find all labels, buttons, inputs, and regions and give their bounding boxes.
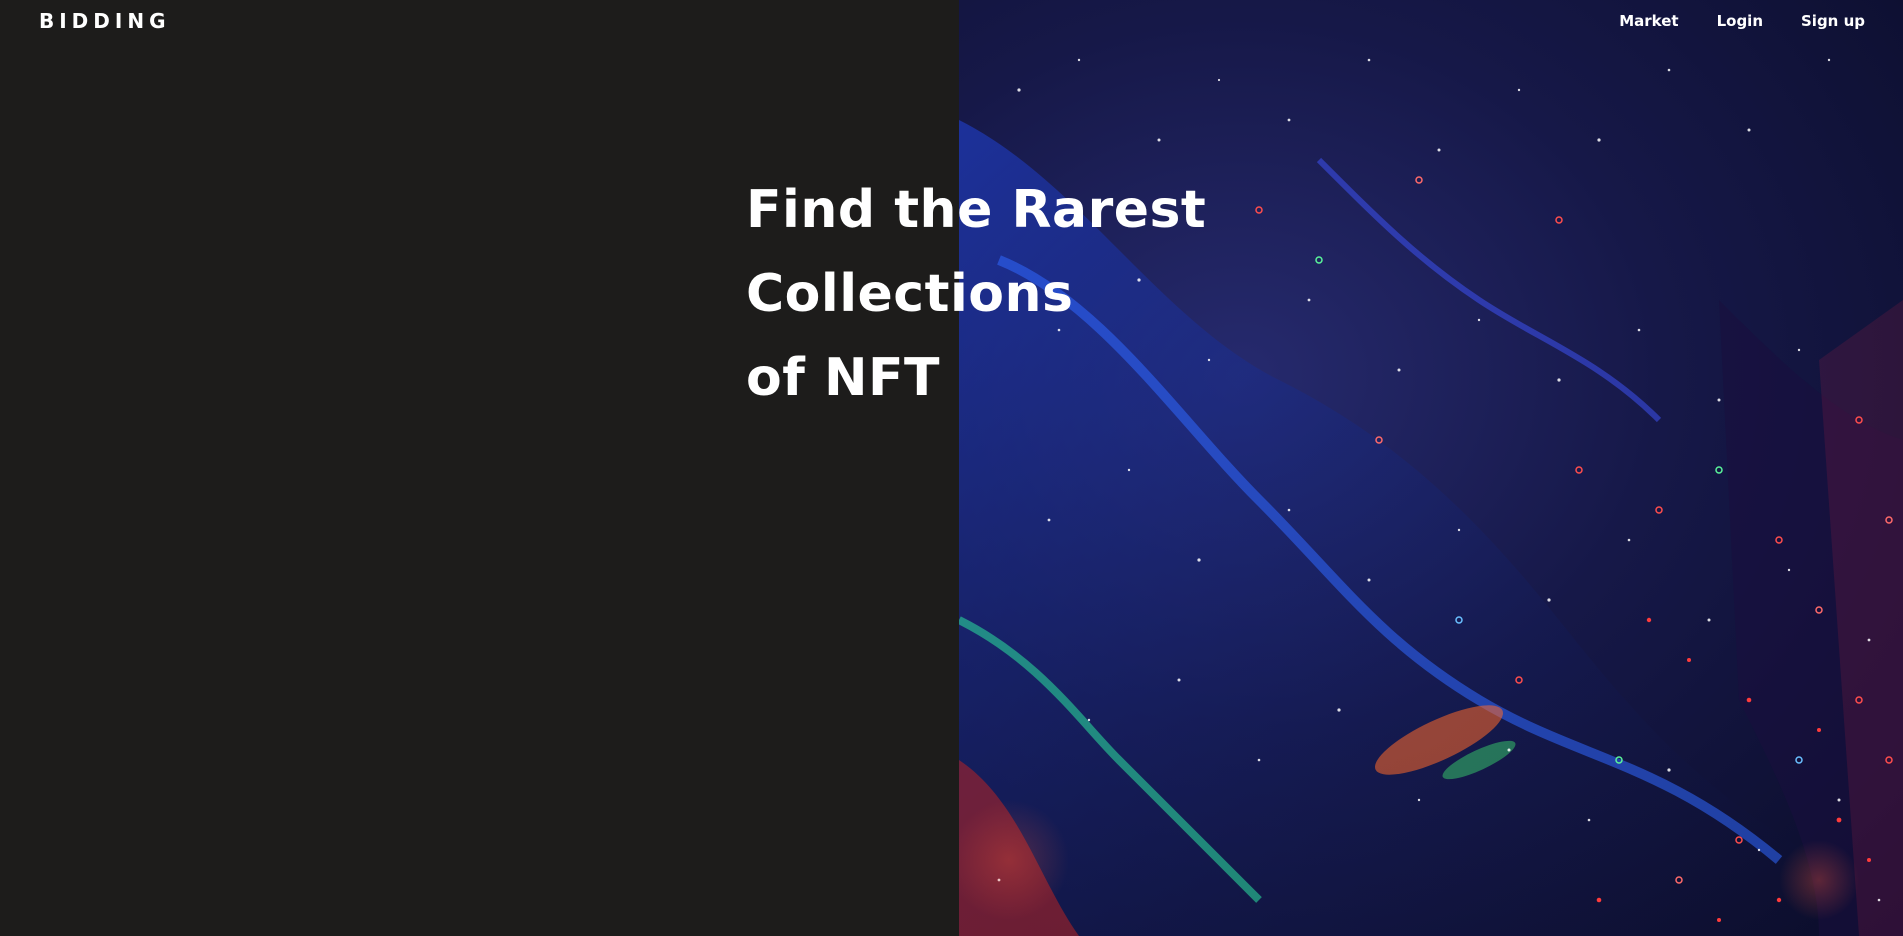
nav-link-login[interactable]: Login [1717,12,1763,30]
hero-headline-line-1: Find the Rarest [746,180,1207,240]
hero-headline-line-3: of NFT [746,348,940,408]
nav-link-market[interactable]: Market [1619,12,1678,30]
abstract-nft-artwork [959,58,1903,936]
hero-abstract-image [959,0,1903,936]
nav-link-signup[interactable]: Sign up [1801,12,1865,30]
hero-headline-line-2: Collections [746,264,1074,324]
hero-section [0,0,1903,936]
main-nav: Market Login Sign up [1619,12,1865,30]
brand-logo[interactable]: BIDDING [39,9,170,33]
site-header: BIDDING Market Login Sign up [0,0,1903,44]
hero-headline: Find the Rarest Collections of NFT [746,168,1206,420]
page: BIDDING Market Login Sign up Find the Ra… [0,0,1903,936]
hero-left-panel [0,0,959,936]
